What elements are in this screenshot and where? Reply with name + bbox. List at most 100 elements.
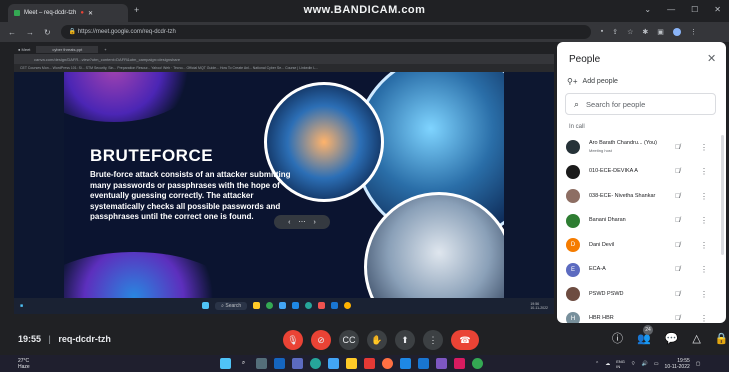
windows-start-icon[interactable] (220, 358, 231, 369)
participant-name-text: 038-ECE- Nivetha Shankar (589, 192, 656, 199)
meet-control-bar: 19:55 | req-dcdr-tzh 🎙 ⊘ CC ✋ ⬆ ⋮ ☎ ⓘ 👥 … (0, 325, 729, 355)
shared-bookmarks-bar: CET Courses Mon... WordPress 101: Si... … (14, 64, 554, 72)
weather-widget[interactable]: 27°C Haze (18, 358, 30, 370)
address-bar[interactable]: 🔒 https://meet.google.com/req-dcdr-tzh (60, 25, 591, 39)
participant-row[interactable]: D Dani Devil 🎙̸ ⋮ (557, 233, 726, 258)
reload-icon[interactable]: ↻ (44, 28, 51, 37)
shared-taskbar: ■ ⌕ Search 19:56 10-11-2022 (14, 298, 554, 314)
explorer-icon[interactable] (346, 358, 357, 369)
windows-taskbar: 27°C Haze ⌕ ⌃ ☁ ENG IN ⌔ 🔊 ▭ 19:55 10-11… (0, 355, 729, 372)
search-taskbar-icon[interactable]: ⌕ (238, 358, 249, 369)
host-controls-icon[interactable]: 🔒 (715, 332, 729, 345)
add-people-label: Add people (582, 78, 618, 85)
more-vert-icon[interactable]: ⋮ (700, 265, 708, 274)
more-vert-icon[interactable]: ⋮ (700, 216, 708, 225)
participant-scrollbar[interactable] (721, 135, 724, 255)
more-vert-icon[interactable]: ⋮ (700, 167, 708, 176)
participant-name: 010-ECE-DEVIKA A (589, 168, 669, 175)
vscode-icon[interactable] (418, 358, 429, 369)
avatar: E (566, 262, 580, 277)
participant-row[interactable]: H HBR HBR 🎙̸ ⋮ (557, 307, 726, 323)
chat-icon[interactable]: 💬 (665, 332, 679, 345)
close-window-icon[interactable]: ✕ (714, 5, 721, 14)
activities-icon[interactable]: △ (692, 332, 700, 345)
mic-off-icon: 🎙 (287, 334, 299, 345)
app-red-icon[interactable] (364, 358, 375, 369)
back-icon[interactable]: ← (8, 28, 16, 37)
present-button[interactable]: ⬆ (395, 330, 415, 350)
battery-icon[interactable]: ▭ (654, 361, 659, 367)
chrome-icon[interactable] (472, 358, 483, 369)
firefox-icon[interactable] (382, 358, 393, 369)
more-options-button[interactable]: ⋮ (423, 330, 443, 350)
maximize-icon[interactable]: ☐ (691, 5, 698, 14)
minimize-icon[interactable]: — (667, 5, 675, 14)
slide-glow-top (64, 72, 204, 122)
participant-name: Dani Devil (589, 242, 669, 249)
instagram-icon[interactable] (454, 358, 465, 369)
share-icon[interactable]: ⇪ (612, 28, 618, 36)
more-vert-icon[interactable]: ⋮ (700, 143, 708, 152)
slide-glow-bottom (64, 252, 234, 298)
participant-row[interactable]: 010-ECE-DEVIKA A 🎙̸ ⋮ (557, 160, 726, 185)
app-blue-icon[interactable] (400, 358, 411, 369)
add-people-button[interactable]: ⚲+ Add people (567, 77, 618, 86)
sidebar-icon[interactable]: ▣ (657, 28, 664, 36)
forward-icon[interactable]: → (26, 28, 34, 37)
participant-row[interactable]: Banani Dharan 🎙̸ ⋮ (557, 209, 726, 234)
camera-status-icon[interactable]: ▪ (601, 28, 603, 36)
mic-off-icon: 🎙̸ (675, 143, 681, 151)
chevron-down-icon[interactable]: ⌄ (644, 5, 651, 14)
prev-slide-icon[interactable]: ‹ (288, 219, 290, 226)
menu-icon[interactable]: ⋮ (690, 28, 697, 36)
store-icon[interactable] (328, 358, 339, 369)
app-purple-icon[interactable] (436, 358, 447, 369)
mic-off-icon: 🎙̸ (675, 217, 681, 225)
onedrive-icon[interactable]: ☁ (605, 361, 610, 367)
mic-off-button[interactable]: 🎙 (283, 330, 303, 350)
more-vert-icon[interactable]: ⋮ (700, 290, 708, 299)
mic-off-icon: 🎙̸ (675, 266, 681, 274)
teams-icon[interactable] (292, 358, 303, 369)
extension-icon[interactable]: ✱ (642, 28, 648, 36)
participant-row[interactable]: 038-ECE- Nivetha Shankar 🎙̸ ⋮ (557, 184, 726, 209)
end-call-button[interactable]: ☎ (451, 330, 479, 350)
edge-icon[interactable] (310, 358, 321, 369)
presentation-controls[interactable]: ‹ ⋯ › (274, 215, 330, 229)
participant-row[interactable]: PSWD PSWD 🎙̸ ⋮ (557, 282, 726, 307)
star-icon[interactable]: ☆ (627, 28, 633, 36)
notification-icon[interactable]: ▢ (696, 361, 701, 367)
wifi-icon[interactable]: ⌔ (631, 361, 636, 367)
taskbar-clock[interactable]: 19:55 10-11-2022 (665, 358, 690, 370)
meeting-details: 19:55 | req-dcdr-tzh (18, 334, 111, 344)
new-tab-icon[interactable]: + (134, 5, 139, 15)
widgets-icon[interactable] (274, 358, 285, 369)
more-vert-icon[interactable]: ⋮ (700, 314, 708, 323)
participant-row[interactable]: Aro Barath Chandru... (You) Meeting host 🎙… (557, 135, 726, 160)
more-vert-icon[interactable]: ⋮ (700, 192, 708, 201)
more-vert-icon[interactable]: ⋮ (700, 241, 708, 250)
captions-button[interactable]: CC (339, 330, 359, 350)
shared-taskbar-icons: ⌕ Search (23, 302, 530, 310)
meeting-separator: | (48, 334, 51, 344)
browser-tab-meet[interactable]: Meet – req-dcdr-tzh ● ✕ (8, 4, 128, 22)
mic-off-icon: 🎙̸ (675, 241, 681, 249)
raise-hand-button[interactable]: ✋ (367, 330, 387, 350)
tray-chevron-icon[interactable]: ⌃ (595, 361, 599, 367)
participant-row[interactable]: E ECA-A 🎙̸ ⋮ (557, 258, 726, 283)
volume-icon[interactable]: 🔊 (642, 361, 648, 367)
slide-menu-icon[interactable]: ⋯ (299, 218, 306, 226)
shared-chrome-icon (266, 302, 274, 309)
close-icon[interactable]: ✕ (707, 52, 716, 65)
profile-icon[interactable] (672, 28, 681, 36)
shared-explorer-icon (253, 302, 261, 309)
tab-close-icon[interactable]: ✕ (88, 10, 93, 17)
task-view-icon[interactable] (256, 358, 267, 369)
next-slide-icon[interactable]: › (314, 219, 316, 226)
search-input[interactable]: ⌕ Search for people (565, 93, 716, 115)
camera-off-button[interactable]: ⊘ (311, 330, 331, 350)
meeting-info-icon[interactable]: ⓘ (612, 330, 623, 346)
captions-icon: CC (342, 335, 356, 345)
tray-lang[interactable]: ENG IN (616, 359, 625, 369)
avatar (566, 164, 580, 179)
